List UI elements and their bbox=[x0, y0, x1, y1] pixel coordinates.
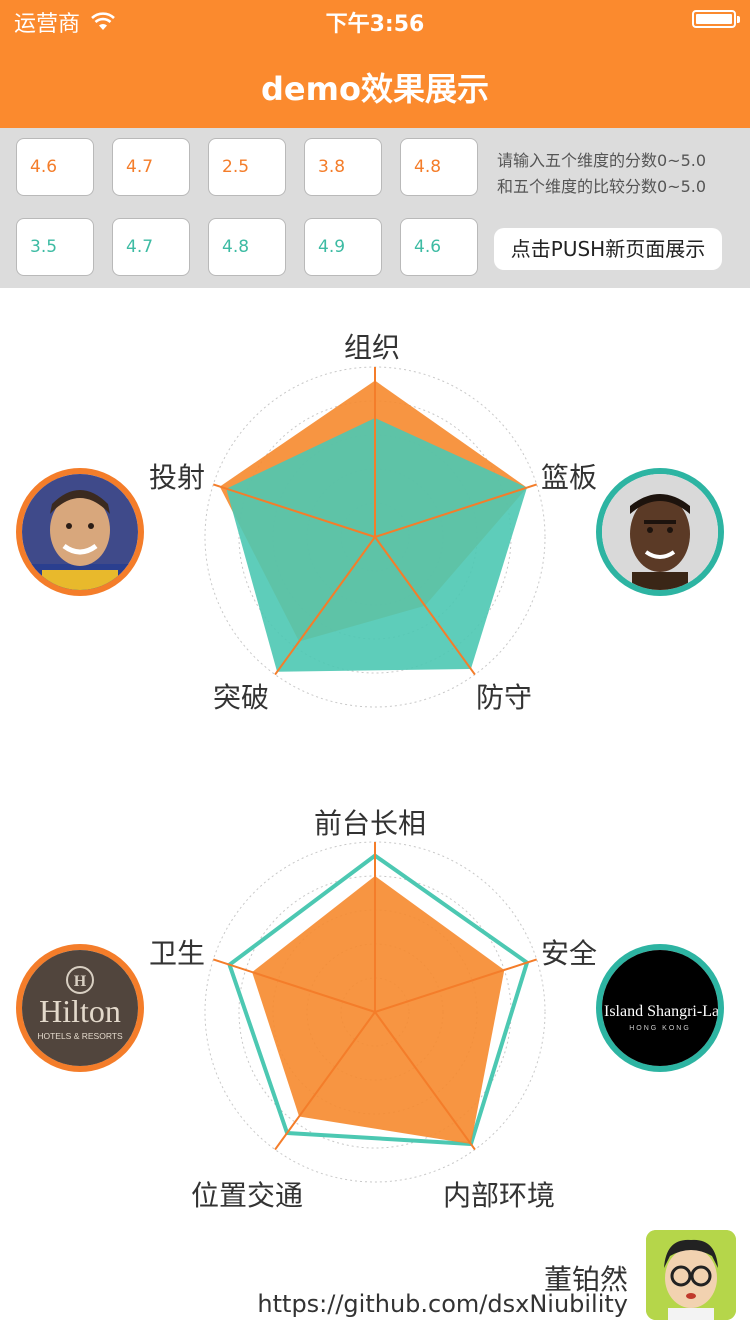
shangri-la-logo: Island Shangri-La HONG KONG bbox=[596, 944, 724, 1072]
axis-label-reception: 前台长相 bbox=[314, 807, 427, 840]
radar-chart-hotels bbox=[204, 841, 546, 1183]
hilton-logo-text: Hilton bbox=[39, 993, 121, 1029]
axis-label-interior: 内部环境 bbox=[443, 1179, 556, 1212]
svg-text:H: H bbox=[74, 973, 87, 990]
hilton-logo: H Hilton HOTELS & RESORTS bbox=[16, 944, 144, 1072]
author-avatar bbox=[646, 1230, 736, 1320]
shangri-la-logo-text: Island Shangri-La bbox=[604, 1003, 718, 1020]
author-url[interactable]: https://github.com/dsxNiubility bbox=[257, 1290, 628, 1318]
axis-label-safety: 安全 bbox=[541, 937, 598, 970]
axis-label-hygiene: 卫生 bbox=[149, 937, 206, 970]
shangri-la-logo-subtext: HONG KONG bbox=[629, 1025, 691, 1032]
hilton-logo-subtext: HOTELS & RESORTS bbox=[37, 1031, 123, 1041]
axis-label-location: 位置交通 bbox=[191, 1179, 304, 1212]
